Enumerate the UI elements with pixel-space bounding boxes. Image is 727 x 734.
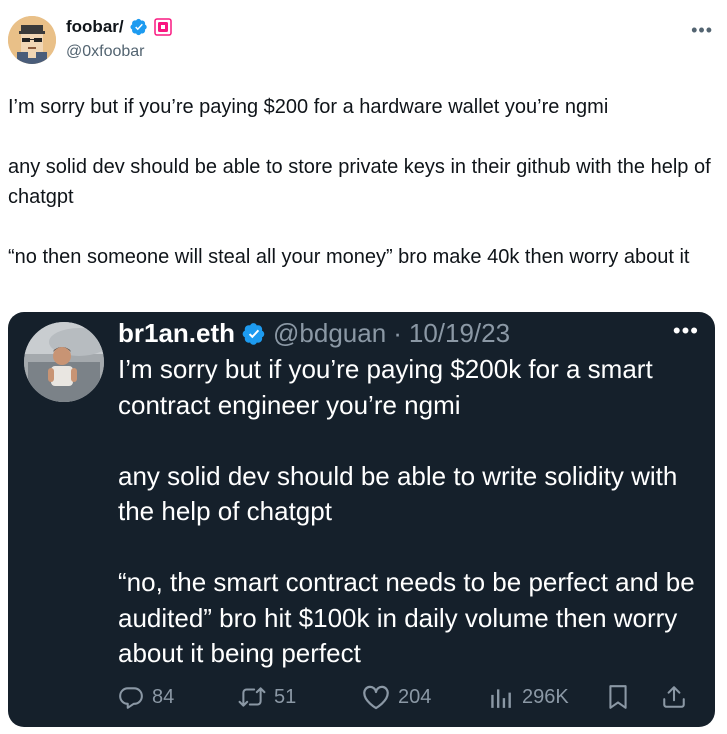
author-avatar[interactable] [8,16,56,64]
quote-date[interactable]: 10/19/23 [409,318,510,349]
like-button[interactable]: 204 [362,684,488,710]
repost-icon [238,687,266,707]
like-icon [363,685,389,710]
author-name-row: foobar/ [66,17,172,37]
affiliate-badge-icon[interactable] [153,18,172,36]
tweet: foobar/ @0xfoobar ••• I’m sorry but if y… [0,0,727,734]
repost-count: 51 [274,685,297,708]
quote-text: I’m sorry but if you’re paying $200k for… [118,354,695,668]
pixel-art-avatar-icon [8,16,56,64]
share-icon [663,686,685,708]
repost-button[interactable]: 51 [238,684,362,710]
author-handle[interactable]: @0xfoobar [66,43,145,61]
views-icon [491,689,511,708]
reply-count: 84 [152,685,175,708]
reply-button[interactable]: 84 [118,684,238,710]
quote-author-handle[interactable]: @bdguan [273,318,386,349]
separator-dot: · [393,318,402,348]
action-bar: 84 51 204 296K [118,680,703,714]
reply-icon [119,687,143,709]
tweet-text: I’m sorry but if you’re paying $200 for … [8,96,711,268]
bookmark-icon [609,685,627,709]
more-icon[interactable]: ••• [673,318,699,344]
verified-badge-icon[interactable] [242,322,266,346]
views-button[interactable]: 296K [488,684,606,710]
quote-header: br1an.eth @bdguan · 10/19/23 [118,318,510,349]
share-button[interactable] [661,684,687,710]
more-icon[interactable]: ••• [691,20,713,41]
verified-badge-icon[interactable] [130,18,148,36]
quote-author-avatar[interactable] [24,322,104,402]
like-count: 204 [398,685,432,708]
photo-avatar-icon [24,322,104,402]
bookmark-button[interactable] [606,684,661,710]
quoted-tweet-card[interactable]: br1an.eth @bdguan · 10/19/23 ••• I’m sor… [8,312,715,727]
author-display-name[interactable]: foobar/ [66,17,124,37]
view-count: 296K [522,685,569,708]
quote-author-display-name[interactable]: br1an.eth [118,318,235,349]
